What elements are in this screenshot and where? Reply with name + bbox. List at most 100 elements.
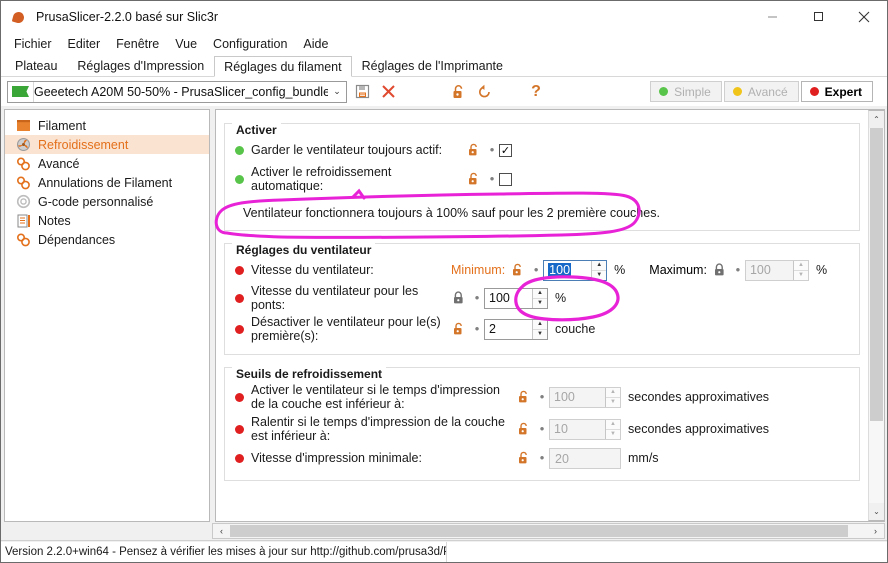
menu-editer[interactable]: Editer bbox=[60, 35, 109, 53]
unlock-orange-icon[interactable] bbox=[516, 422, 531, 437]
unlock-orange-icon[interactable] bbox=[447, 81, 469, 103]
menu-fenetre[interactable]: Fenêtre bbox=[108, 35, 167, 53]
menu-vue[interactable]: Vue bbox=[167, 35, 205, 53]
menu-fichier[interactable]: Fichier bbox=[6, 35, 60, 53]
prusaslicer-icon bbox=[11, 9, 27, 25]
stepper-down-icon[interactable]: ▼ bbox=[533, 299, 547, 308]
enable-fan-below-time-stepper[interactable]: ▲ ▼ bbox=[605, 387, 620, 407]
main-body: Filament Refroidissement Avancé Annulati… bbox=[1, 106, 887, 522]
tab-reglages-imprimante[interactable]: Réglages de l'Imprimante bbox=[351, 55, 513, 76]
unlock-orange-icon[interactable] bbox=[510, 263, 525, 278]
revert-dot-icon[interactable]: • bbox=[535, 451, 549, 464]
horizontal-scrollbar[interactable]: ‹ › bbox=[212, 523, 885, 539]
bridges-fan-speed-stepper[interactable]: ▲ ▼ bbox=[532, 288, 547, 308]
revert-dot-icon[interactable]: • bbox=[731, 263, 745, 276]
horizontal-scroll-thumb[interactable] bbox=[230, 525, 848, 537]
mode-avance-button[interactable]: Avancé bbox=[723, 81, 799, 102]
settings-panel-wrap: Activer Garder le ventilateur toujours a… bbox=[215, 109, 885, 522]
vertical-scroll-thumb[interactable] bbox=[870, 128, 883, 421]
revert-dot-icon[interactable]: • bbox=[470, 322, 484, 335]
gears-icon bbox=[15, 175, 32, 190]
stepper-up-icon[interactable]: ▲ bbox=[793, 261, 808, 271]
delete-cross-icon[interactable] bbox=[377, 81, 399, 103]
revert-dot-icon[interactable]: • bbox=[535, 390, 549, 403]
slow-down-below-time-input[interactable]: 10 ▲ ▼ bbox=[549, 418, 621, 440]
help-glyph: ? bbox=[531, 82, 541, 100]
fan-speed-min-stepper[interactable]: ▲ ▼ bbox=[591, 260, 607, 280]
scroll-right-icon[interactable]: › bbox=[867, 524, 884, 538]
help-icon[interactable]: ? bbox=[525, 81, 547, 103]
sidebar-item-refroidissement[interactable]: Refroidissement bbox=[5, 135, 209, 154]
revert-dot-icon[interactable]: • bbox=[535, 422, 549, 435]
row-min-print-speed: Vitesse d'impression minimale: • 20 mm/s bbox=[231, 446, 853, 470]
scroll-down-icon[interactable]: ⌄ bbox=[869, 503, 884, 520]
maximize-button[interactable] bbox=[795, 1, 841, 32]
revert-dot-icon[interactable]: • bbox=[470, 291, 484, 304]
min-print-speed-input[interactable]: 20 bbox=[549, 447, 621, 469]
sidebar-item-notes[interactable]: Notes bbox=[5, 211, 209, 230]
horizontal-scroll-track[interactable] bbox=[230, 524, 867, 538]
mode-simple-button[interactable]: Simple bbox=[650, 81, 722, 102]
sidebar-item-dependances[interactable]: Dépendances bbox=[5, 230, 209, 249]
stepper-up-icon[interactable]: ▲ bbox=[533, 289, 547, 299]
preset-name: Geeetech A20M 50-50% - PrusaSlicer_confi… bbox=[34, 84, 328, 99]
tab-reglages-filament[interactable]: Réglages du filament bbox=[214, 56, 352, 77]
scroll-up-icon[interactable]: ⌃ bbox=[869, 111, 884, 128]
tab-plateau[interactable]: Plateau bbox=[5, 55, 68, 76]
chevron-down-icon: ⌄ bbox=[333, 86, 341, 96]
disable-fan-first-layers-stepper[interactable]: ▲ ▼ bbox=[532, 319, 547, 339]
row-enable-fan-below-time: Activer le ventilateur si le temps d'imp… bbox=[231, 382, 853, 412]
sidebar-item-annulations[interactable]: Annulations de Filament bbox=[5, 173, 209, 192]
unlock-orange-icon[interactable] bbox=[466, 172, 481, 187]
preset-dropdown[interactable]: Geeetech A20M 50-50% - PrusaSlicer_confi… bbox=[7, 80, 347, 103]
fan-speed-min-input[interactable]: 100 ▲ ▼ bbox=[543, 259, 608, 281]
status-bullet bbox=[235, 265, 244, 275]
save-floppy-icon[interactable] bbox=[351, 81, 373, 103]
revert-dot-icon[interactable]: • bbox=[485, 143, 499, 156]
revert-arrow-icon[interactable] bbox=[473, 81, 495, 103]
menu-aide[interactable]: Aide bbox=[295, 35, 336, 53]
minimize-button[interactable] bbox=[749, 1, 795, 32]
revert-dot-icon[interactable]: • bbox=[529, 263, 543, 276]
menu-bar: Fichier Editer Fenêtre Vue Configuration… bbox=[1, 32, 887, 55]
mode-avance-label: Avancé bbox=[747, 84, 788, 99]
tab-reglages-impression[interactable]: Réglages d'Impression bbox=[67, 55, 215, 76]
menu-configuration[interactable]: Configuration bbox=[205, 35, 295, 53]
stepper-down-icon[interactable]: ▼ bbox=[606, 398, 620, 407]
sidebar-item-filament[interactable]: Filament bbox=[5, 116, 209, 135]
stepper-up-icon[interactable]: ▲ bbox=[533, 320, 547, 330]
close-button[interactable] bbox=[841, 1, 887, 32]
status-bullet bbox=[235, 324, 244, 334]
enable-fan-below-time-input[interactable]: 100 ▲ ▼ bbox=[549, 386, 621, 408]
disable-fan-first-layers-input[interactable]: 2 ▲ ▼ bbox=[484, 318, 548, 340]
unlock-orange-icon[interactable] bbox=[516, 451, 531, 466]
lock-grey-icon[interactable] bbox=[451, 291, 466, 306]
slow-down-below-time-stepper[interactable]: ▲ ▼ bbox=[605, 419, 620, 439]
stepper-up-icon[interactable]: ▲ bbox=[592, 261, 607, 271]
unlock-orange-icon[interactable] bbox=[466, 143, 481, 158]
unlock-orange-icon[interactable] bbox=[451, 322, 466, 337]
unlock-orange-icon[interactable] bbox=[516, 390, 531, 405]
stepper-up-icon[interactable]: ▲ bbox=[606, 388, 620, 398]
bridges-fan-speed-input[interactable]: 100 ▲ ▼ bbox=[484, 287, 548, 309]
fan-speed-max-input[interactable]: 100 ▲ ▼ bbox=[744, 259, 809, 281]
mode-buttons: Simple Avancé Expert bbox=[650, 81, 881, 102]
stepper-up-icon[interactable]: ▲ bbox=[606, 420, 620, 430]
lock-grey-icon[interactable] bbox=[712, 263, 727, 278]
fan-speed-max-stepper[interactable]: ▲ ▼ bbox=[792, 260, 808, 280]
vertical-scrollbar[interactable]: ⌃ ⌄ bbox=[868, 110, 885, 521]
stepper-down-icon[interactable]: ▼ bbox=[592, 271, 606, 280]
sidebar-item-gcode[interactable]: G-code personnalisé bbox=[5, 192, 209, 211]
sidebar-item-avance[interactable]: Avancé bbox=[5, 154, 209, 173]
mode-expert-button[interactable]: Expert bbox=[800, 81, 873, 102]
stepper-down-icon[interactable]: ▼ bbox=[606, 430, 620, 439]
mode-expert-label: Expert bbox=[824, 84, 862, 99]
auto-cooling-checkbox[interactable] bbox=[499, 172, 512, 186]
stepper-down-icon[interactable]: ▼ bbox=[794, 271, 808, 280]
stepper-down-icon[interactable]: ▼ bbox=[533, 330, 547, 339]
scroll-left-icon[interactable]: ‹ bbox=[213, 524, 230, 538]
revert-dot-icon[interactable]: • bbox=[485, 172, 499, 185]
vertical-scroll-track[interactable] bbox=[869, 128, 884, 503]
row-auto-cooling-label: Activer le refroidissement automatique: bbox=[251, 165, 392, 193]
fan-always-on-checkbox[interactable]: ✓ bbox=[499, 143, 512, 157]
